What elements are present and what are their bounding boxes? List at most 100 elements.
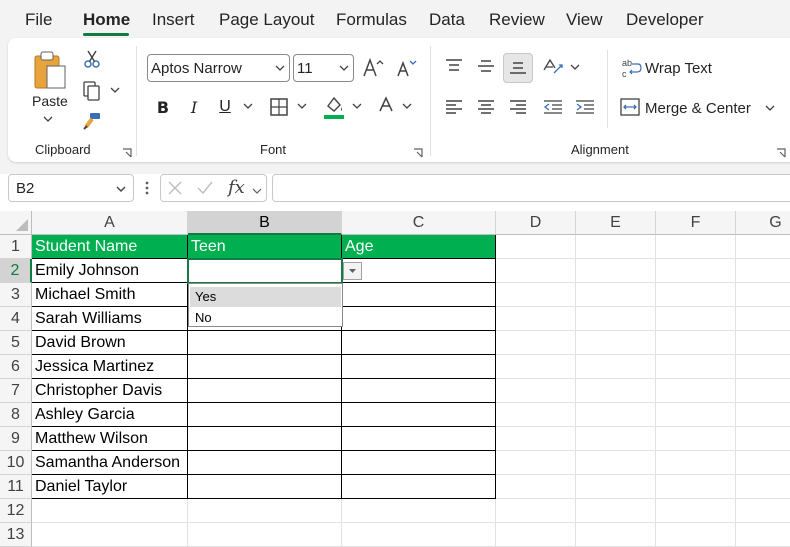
column-header-f[interactable]: F <box>656 211 736 235</box>
row-header-6[interactable]: 6 <box>0 355 32 379</box>
row-header-3[interactable]: 3 <box>0 283 32 307</box>
clipboard-launcher-icon[interactable] <box>122 145 132 158</box>
tab-data[interactable]: Data <box>429 10 465 30</box>
align-center-icon[interactable] <box>474 96 498 118</box>
age-cell[interactable] <box>342 427 496 451</box>
wrap-text-icon[interactable]: ab c <box>620 56 642 80</box>
row-header-5[interactable]: 5 <box>0 331 32 355</box>
age-cell[interactable] <box>342 379 496 403</box>
font-launcher-icon[interactable] <box>413 145 423 158</box>
borders-icon[interactable] <box>268 96 290 118</box>
fill-color-dropdown-icon[interactable] <box>351 101 363 111</box>
column-header-d[interactable]: D <box>496 211 576 235</box>
teen-cell[interactable] <box>188 427 342 451</box>
teen-cell[interactable] <box>188 475 342 499</box>
cut-icon[interactable] <box>82 48 102 70</box>
align-left-icon[interactable] <box>442 96 466 118</box>
orientation-icon[interactable] <box>540 55 566 79</box>
italic-icon[interactable]: I <box>184 96 204 118</box>
row-header-12[interactable]: 12 <box>0 499 32 523</box>
age-cell[interactable] <box>342 355 496 379</box>
bold-icon[interactable]: B <box>153 96 173 118</box>
column-header-a[interactable]: A <box>32 211 188 235</box>
empty-cell[interactable] <box>342 523 496 547</box>
student-name-cell[interactable]: Matthew Wilson <box>32 427 188 451</box>
copy-icon[interactable] <box>80 80 104 102</box>
column-header-e[interactable]: E <box>576 211 656 235</box>
student-name-cell[interactable]: Sarah Williams <box>32 307 188 331</box>
column-header-b[interactable]: B <box>188 211 342 235</box>
font-color-icon[interactable] <box>376 94 396 118</box>
column-header-c[interactable]: C <box>342 211 496 235</box>
column-header-g[interactable]: G <box>736 211 790 235</box>
empty-cells-area[interactable] <box>496 235 790 547</box>
age-cell[interactable] <box>342 475 496 499</box>
tab-developer[interactable]: Developer <box>626 10 704 30</box>
name-box[interactable]: B2 <box>8 174 134 202</box>
merge-center-button[interactable]: Merge & Center <box>645 100 751 117</box>
active-cell-b2[interactable] <box>187 258 343 284</box>
empty-cell[interactable] <box>342 499 496 523</box>
student-name-cell[interactable]: Ashley Garcia <box>32 403 188 427</box>
tab-view[interactable]: View <box>566 10 603 30</box>
age-cell[interactable] <box>342 451 496 475</box>
insert-function-button[interactable]: fx <box>228 177 245 198</box>
formula-input[interactable] <box>272 174 790 202</box>
row-header-10[interactable]: 10 <box>0 451 32 475</box>
decrease-indent-icon[interactable] <box>541 96 565 118</box>
cancel-icon[interactable] <box>167 180 183 199</box>
age-cell[interactable] <box>342 331 496 355</box>
age-cell[interactable] <box>342 307 496 331</box>
empty-cell[interactable] <box>32 523 188 547</box>
paste-label[interactable]: Paste <box>32 93 68 109</box>
format-painter-icon[interactable] <box>81 110 103 132</box>
row-header-7[interactable]: 7 <box>0 379 32 403</box>
empty-cell[interactable] <box>32 499 188 523</box>
student-name-cell[interactable]: Emily Johnson <box>32 259 188 283</box>
middle-align-icon[interactable] <box>474 55 498 77</box>
select-all-corner[interactable] <box>0 211 32 235</box>
teen-cell[interactable] <box>188 379 342 403</box>
tab-formulas[interactable]: Formulas <box>336 10 407 30</box>
tab-file[interactable]: File <box>25 10 52 30</box>
chevron-down-icon[interactable] <box>115 182 127 198</box>
empty-cell[interactable] <box>188 523 342 547</box>
dropdown-option-no[interactable]: No <box>190 308 341 328</box>
copy-dropdown-icon[interactable] <box>109 85 121 95</box>
tab-review[interactable]: Review <box>489 10 545 30</box>
bottom-align-button[interactable] <box>503 53 533 83</box>
row-header-2[interactable]: 2 <box>0 259 32 283</box>
header-cell-student-name[interactable]: Student Name <box>32 235 188 259</box>
font-family-select[interactable]: Aptos Narrow <box>147 54 290 82</box>
decrease-font-size-icon[interactable] <box>395 56 417 80</box>
tab-insert[interactable]: Insert <box>152 10 195 30</box>
student-name-cell[interactable]: Michael Smith <box>32 283 188 307</box>
row-header-11[interactable]: 11 <box>0 475 32 499</box>
fill-color-icon[interactable] <box>322 94 346 120</box>
validation-dropdown-button[interactable] <box>343 262 362 280</box>
underline-icon[interactable]: U <box>215 96 235 118</box>
tab-page-layout[interactable]: Page Layout <box>219 10 314 30</box>
formula-bar-grip-icon[interactable] <box>145 180 149 196</box>
paste-dropdown-icon[interactable] <box>43 114 53 124</box>
student-name-cell[interactable]: David Brown <box>32 331 188 355</box>
paste-icon[interactable] <box>30 50 70 90</box>
top-align-icon[interactable] <box>442 55 466 77</box>
row-header-13[interactable]: 13 <box>0 523 32 547</box>
increase-indent-icon[interactable] <box>573 96 597 118</box>
enter-icon[interactable] <box>196 180 214 199</box>
teen-cell[interactable] <box>188 451 342 475</box>
row-header-9[interactable]: 9 <box>0 427 32 451</box>
student-name-cell[interactable]: Samantha Anderson <box>32 451 188 475</box>
age-cell[interactable] <box>342 283 496 307</box>
underline-dropdown-icon[interactable] <box>242 101 254 111</box>
row-header-8[interactable]: 8 <box>0 403 32 427</box>
font-size-select[interactable]: 11 <box>293 54 354 82</box>
teen-cell[interactable] <box>188 403 342 427</box>
font-color-dropdown-icon[interactable] <box>401 101 413 111</box>
alignment-launcher-icon[interactable] <box>776 145 786 158</box>
wrap-text-button[interactable]: Wrap Text <box>645 60 712 77</box>
student-name-cell[interactable]: Daniel Taylor <box>32 475 188 499</box>
header-cell-teen[interactable]: Teen <box>188 235 342 259</box>
tab-home[interactable]: Home <box>83 10 130 30</box>
